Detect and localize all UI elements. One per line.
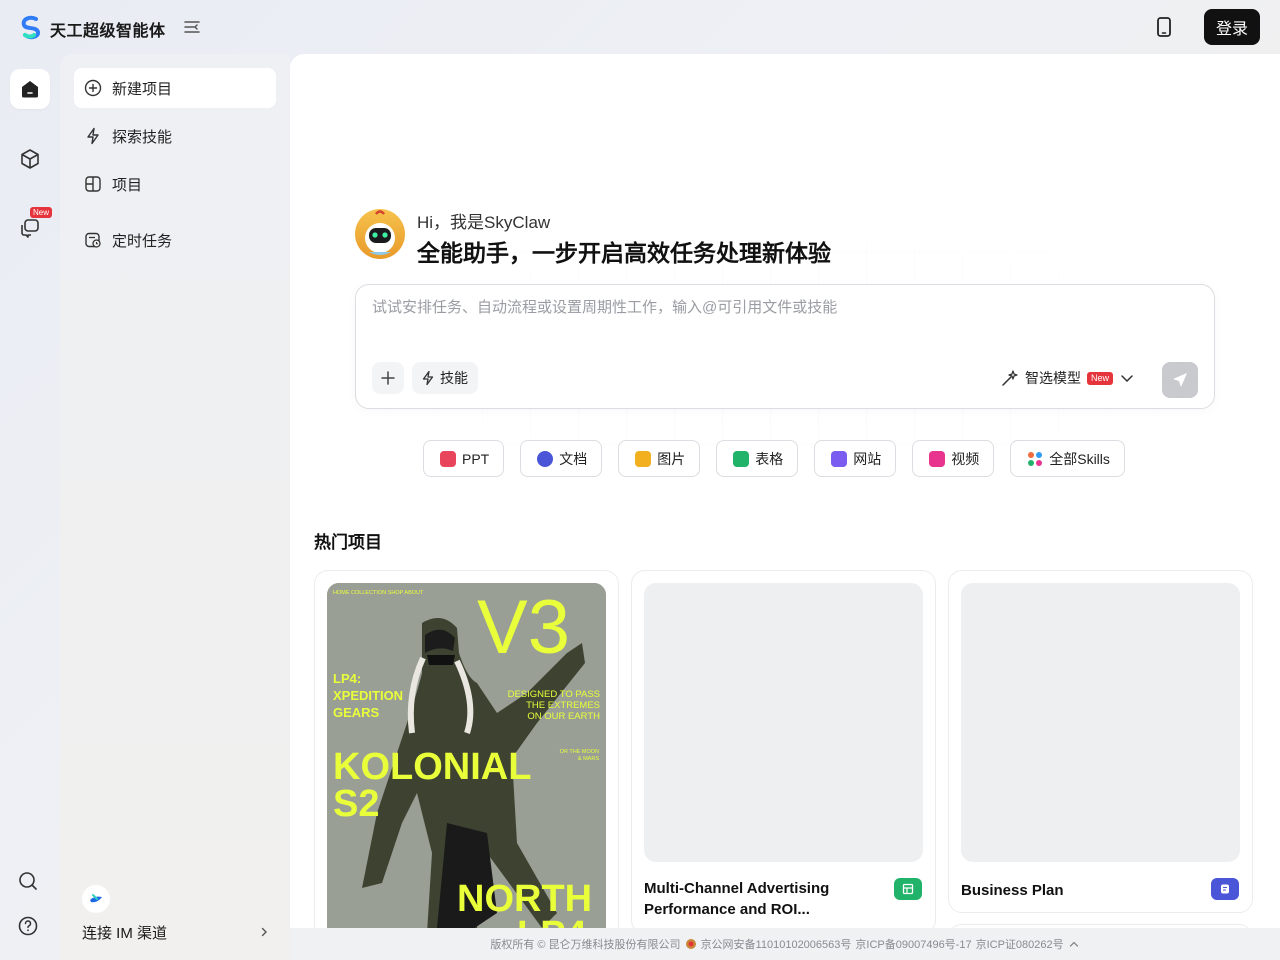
connect-im-channel[interactable]: 连接 IM 渠道 — [82, 920, 270, 944]
chip-document[interactable]: 文档 — [520, 440, 603, 477]
nav-new-project[interactable]: 新建项目 — [74, 68, 276, 108]
main-content: Hi，我是SkyClaw 全能助手，一步开启高效任务处理新体验 技能 智选模型 … — [290, 54, 1280, 928]
project-card[interactable]: Business Plan — [948, 570, 1253, 913]
project-card[interactable]: Multi-Channel Advertising Performance an… — [631, 570, 936, 928]
task-input[interactable] — [372, 299, 1192, 316]
chip-label: 表格 — [755, 450, 784, 467]
popular-section-title: 热门项目 — [314, 533, 382, 552]
image-icon — [635, 450, 652, 467]
plus-circle-icon — [84, 79, 102, 97]
project-icon — [85, 176, 101, 192]
chip-video[interactable]: 视频 — [912, 440, 995, 477]
new-badge: New — [1087, 371, 1114, 385]
chevron-down-icon — [1121, 375, 1133, 383]
project-thumbnail: HOME COLLECTION SHOP ABOUT V3 LP4: XPEDIT… — [327, 583, 606, 928]
app-title: 天工超级智能体 — [50, 23, 166, 40]
nav-panel: 新建项目 探索技能 项目 定时任务 连接 IM 渠道 — [60, 54, 290, 960]
chip-label: 图片 — [657, 450, 686, 467]
send-button[interactable] — [1162, 362, 1198, 398]
nav-scheduled-tasks[interactable]: 定时任务 — [74, 220, 276, 260]
home-icon — [22, 81, 38, 98]
feishu-icon — [90, 894, 102, 903]
nav-item-label: 项目 — [112, 176, 143, 194]
search-icon[interactable] — [17, 870, 39, 892]
model-label: 智选模型 — [1025, 370, 1081, 386]
doc-icon — [537, 450, 554, 467]
chip-label: 全部Skills — [1049, 450, 1110, 467]
help-icon[interactable] — [17, 915, 39, 937]
project-thumbnail — [644, 583, 923, 862]
sheet-icon — [894, 878, 922, 900]
nav-explore-skills[interactable]: 探索技能 — [74, 116, 276, 156]
send-icon — [1173, 373, 1187, 387]
project-thumbnail — [961, 583, 1240, 862]
rail-home[interactable] — [10, 69, 50, 109]
chip-label: PPT — [462, 450, 490, 467]
sheet-icon — [733, 450, 750, 467]
model-selector[interactable]: 智选模型 New — [1001, 365, 1135, 391]
chat-bubbles-icon — [21, 219, 39, 238]
video-icon — [929, 450, 946, 467]
poster-nav: HOME COLLECTION SHOP ABOUT — [333, 590, 424, 596]
skyclaw-avatar — [355, 209, 405, 259]
chip-sheet[interactable]: 表格 — [716, 440, 799, 477]
rail-explore[interactable] — [10, 139, 50, 179]
new-badge: New — [30, 207, 53, 218]
poster-bottom: LP4 — [517, 914, 587, 928]
icp-link[interactable]: 京ICP备09007496号-17 — [855, 936, 971, 952]
connect-im-label: 连接 IM 渠道 — [82, 924, 167, 942]
sparkle-wand-icon — [1002, 370, 1018, 386]
chip-label: 网站 — [853, 450, 882, 467]
website-icon — [831, 450, 848, 467]
plus-icon — [381, 371, 395, 385]
quick-skill-chips: PPT 文档 图片 表格 网站 视频 全部Skills — [423, 440, 1125, 477]
chip-image[interactable]: 图片 — [618, 440, 701, 477]
nav-item-label: 定时任务 — [112, 232, 173, 250]
scheduled-task-icon — [85, 232, 101, 248]
footer: 版权所有 © 昆仑万维科技股份有限公司 京公网安备11010102006563号… — [290, 928, 1280, 960]
chip-label: 文档 — [559, 450, 588, 467]
skills-button[interactable]: 技能 — [412, 362, 478, 394]
lightning-icon — [87, 127, 99, 145]
chip-all-skills[interactable]: 全部Skills — [1010, 440, 1125, 477]
chevron-up-icon[interactable] — [1068, 938, 1080, 950]
greeting: Hi，我是SkyClaw — [417, 213, 551, 232]
chip-website[interactable]: 网站 — [814, 440, 897, 477]
skywork-logo-icon[interactable] — [18, 14, 44, 40]
collapse-sidebar-icon[interactable] — [182, 17, 202, 37]
poster-big-text: V3 — [477, 585, 570, 670]
poster-image: HOME COLLECTION SHOP ABOUT V3 LP4: XPEDIT… — [327, 583, 606, 928]
chip-ppt[interactable]: PPT — [423, 440, 505, 477]
cube-icon — [21, 149, 39, 169]
copyright-text: 版权所有 © 昆仑万维科技股份有限公司 — [490, 939, 681, 951]
im-channel-logo — [82, 885, 110, 913]
login-button[interactable]: 登录 — [1204, 9, 1260, 45]
chevron-right-icon — [261, 927, 267, 937]
nav-projects[interactable]: 项目 — [74, 164, 276, 204]
project-title: Multi-Channel Advertising Performance an… — [644, 880, 830, 918]
chip-label: 视频 — [951, 450, 980, 467]
nav-item-label: 新建项目 — [112, 80, 173, 98]
all-skills-icon — [1028, 451, 1043, 466]
project-card[interactable]: HOME COLLECTION SHOP ABOUT V3 LP4: XPEDIT… — [314, 570, 619, 928]
lightning-icon — [422, 370, 434, 386]
top-bar: 天工超级智能体 登录 — [0, 0, 1280, 54]
nav-item-label: 探索技能 — [112, 128, 173, 146]
project-title: Business Plan — [961, 882, 1064, 899]
police-record-link[interactable]: 京公网安备11010102006563号 — [701, 936, 852, 952]
skills-label: 技能 — [440, 370, 468, 386]
attach-button[interactable] — [372, 362, 404, 394]
doc-icon — [1211, 878, 1239, 900]
mobile-app-icon[interactable] — [1152, 15, 1176, 39]
headline: 全能助手，一步开启高效任务处理新体验 — [417, 240, 831, 266]
police-badge-icon — [685, 939, 696, 949]
icp-license-link[interactable]: 京ICP证080262号 — [976, 936, 1064, 952]
composer: 技能 智选模型 New — [355, 284, 1215, 409]
ppt-icon — [440, 450, 456, 467]
